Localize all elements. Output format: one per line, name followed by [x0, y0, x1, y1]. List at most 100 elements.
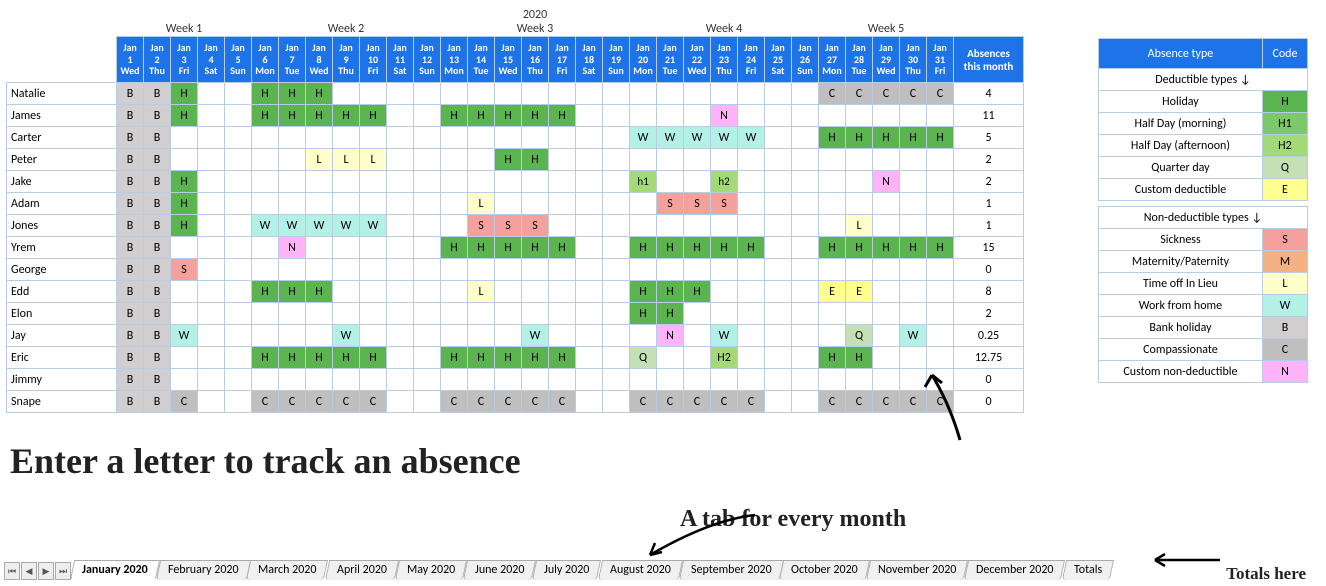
- day-cell[interactable]: [927, 259, 954, 281]
- tab-nav-first[interactable]: ⏮: [4, 562, 20, 580]
- day-cell[interactable]: [333, 83, 360, 105]
- day-cell[interactable]: [684, 325, 711, 347]
- day-cell[interactable]: [603, 369, 630, 391]
- day-cell[interactable]: [738, 303, 765, 325]
- day-cell[interactable]: [846, 369, 873, 391]
- day-cell[interactable]: [495, 193, 522, 215]
- day-cell[interactable]: [792, 303, 819, 325]
- day-cell[interactable]: L: [468, 193, 495, 215]
- day-cell[interactable]: [306, 127, 333, 149]
- day-cell[interactable]: C: [846, 83, 873, 105]
- day-cell[interactable]: [360, 281, 387, 303]
- day-cell[interactable]: [576, 237, 603, 259]
- employee-name[interactable]: Eric: [7, 347, 117, 369]
- day-cell[interactable]: [819, 325, 846, 347]
- day-cell[interactable]: [387, 83, 414, 105]
- day-cell[interactable]: B: [144, 149, 171, 171]
- sheet-tab[interactable]: May 2020: [395, 560, 468, 580]
- day-header[interactable]: Jan19Sun: [603, 37, 630, 83]
- day-cell[interactable]: [603, 237, 630, 259]
- day-cell[interactable]: [414, 303, 441, 325]
- day-cell[interactable]: [387, 391, 414, 413]
- day-cell[interactable]: [252, 127, 279, 149]
- day-cell[interactable]: [549, 83, 576, 105]
- day-cell[interactable]: [225, 193, 252, 215]
- day-cell[interactable]: H: [522, 237, 549, 259]
- day-cell[interactable]: H: [252, 347, 279, 369]
- day-header[interactable]: Jan6Mon: [252, 37, 279, 83]
- day-cell[interactable]: H: [927, 237, 954, 259]
- day-cell[interactable]: B: [117, 105, 144, 127]
- day-cell[interactable]: [522, 83, 549, 105]
- day-cell[interactable]: [900, 369, 927, 391]
- day-cell[interactable]: [171, 149, 198, 171]
- day-cell[interactable]: [360, 259, 387, 281]
- day-cell[interactable]: [522, 193, 549, 215]
- day-cell[interactable]: [603, 391, 630, 413]
- day-cell[interactable]: [576, 259, 603, 281]
- day-header[interactable]: Jan1Wed: [117, 37, 144, 83]
- day-cell[interactable]: S: [711, 193, 738, 215]
- day-cell[interactable]: [549, 325, 576, 347]
- day-cell[interactable]: H: [711, 237, 738, 259]
- day-cell[interactable]: h2: [711, 171, 738, 193]
- day-cell[interactable]: H: [279, 83, 306, 105]
- day-cell[interactable]: [792, 281, 819, 303]
- day-cell[interactable]: [927, 105, 954, 127]
- day-cell[interactable]: C: [360, 391, 387, 413]
- day-cell[interactable]: [441, 83, 468, 105]
- day-cell[interactable]: B: [144, 105, 171, 127]
- day-cell[interactable]: [198, 127, 225, 149]
- day-cell[interactable]: [225, 369, 252, 391]
- day-header[interactable]: Jan22Wed: [684, 37, 711, 83]
- day-cell[interactable]: H: [549, 237, 576, 259]
- day-cell[interactable]: B: [144, 215, 171, 237]
- day-cell[interactable]: [549, 193, 576, 215]
- day-cell[interactable]: [495, 281, 522, 303]
- day-cell[interactable]: [360, 83, 387, 105]
- day-cell[interactable]: [846, 171, 873, 193]
- sheet-tab[interactable]: March 2020: [246, 560, 329, 580]
- day-cell[interactable]: [657, 83, 684, 105]
- day-cell[interactable]: [630, 83, 657, 105]
- day-header[interactable]: Jan26Sun: [792, 37, 819, 83]
- day-cell[interactable]: [171, 237, 198, 259]
- day-cell[interactable]: [414, 281, 441, 303]
- day-cell[interactable]: [306, 193, 333, 215]
- day-cell[interactable]: H: [630, 303, 657, 325]
- day-cell[interactable]: W: [711, 325, 738, 347]
- day-cell[interactable]: H: [441, 347, 468, 369]
- day-cell[interactable]: B: [117, 127, 144, 149]
- day-cell[interactable]: [576, 193, 603, 215]
- day-cell[interactable]: Q: [630, 347, 657, 369]
- day-header[interactable]: Jan10Fri: [360, 37, 387, 83]
- day-cell[interactable]: N: [711, 105, 738, 127]
- day-cell[interactable]: Q: [846, 325, 873, 347]
- day-cell[interactable]: H: [333, 347, 360, 369]
- day-cell[interactable]: [684, 171, 711, 193]
- day-cell[interactable]: [738, 325, 765, 347]
- day-cell[interactable]: [873, 193, 900, 215]
- day-cell[interactable]: [765, 105, 792, 127]
- sheet-tab[interactable]: Totals: [1062, 560, 1114, 580]
- day-cell[interactable]: [279, 325, 306, 347]
- day-cell[interactable]: [468, 303, 495, 325]
- day-cell[interactable]: C: [495, 391, 522, 413]
- day-header[interactable]: Jan27Mon: [819, 37, 846, 83]
- day-cell[interactable]: B: [144, 303, 171, 325]
- day-cell[interactable]: [792, 215, 819, 237]
- day-cell[interactable]: [927, 149, 954, 171]
- day-cell[interactable]: B: [144, 171, 171, 193]
- day-cell[interactable]: [468, 171, 495, 193]
- day-cell[interactable]: [252, 237, 279, 259]
- day-cell[interactable]: [819, 303, 846, 325]
- day-cell[interactable]: [495, 127, 522, 149]
- day-cell[interactable]: [630, 149, 657, 171]
- day-cell[interactable]: [468, 325, 495, 347]
- day-cell[interactable]: [819, 193, 846, 215]
- day-header[interactable]: Jan14Tue: [468, 37, 495, 83]
- day-cell[interactable]: [414, 369, 441, 391]
- day-header[interactable]: Jan21Tue: [657, 37, 684, 83]
- day-cell[interactable]: [414, 325, 441, 347]
- day-cell[interactable]: B: [117, 281, 144, 303]
